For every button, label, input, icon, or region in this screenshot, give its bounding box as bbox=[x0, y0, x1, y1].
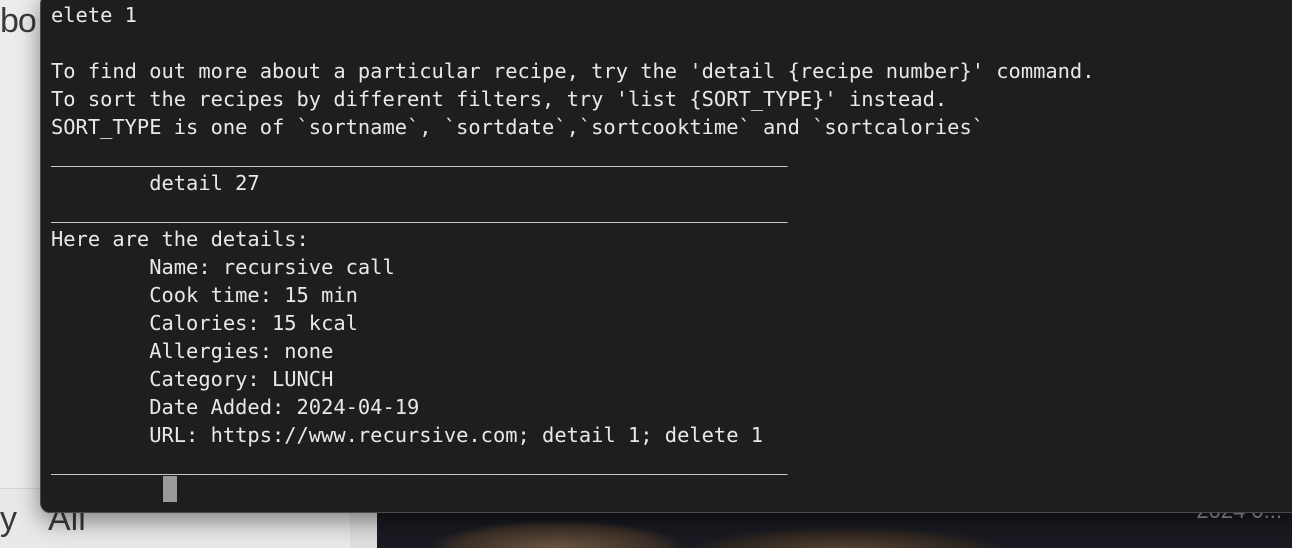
terminal-separator: ________________________________________… bbox=[51, 451, 788, 475]
terminal-output: elete 1 To find out more about a particu… bbox=[51, 1, 1094, 477]
terminal-separator: ________________________________________… bbox=[51, 143, 788, 167]
recipe-detail-allergies: Allergies: none bbox=[51, 339, 334, 363]
terminal-cursor[interactable] bbox=[163, 476, 177, 502]
terminal-line: To sort the recipes by different filters… bbox=[51, 87, 948, 111]
recipe-detail-calories: Calories: 15 kcal bbox=[51, 311, 358, 335]
recipe-detail-cook-time: Cook time: 15 min bbox=[51, 283, 358, 307]
terminal-window[interactable]: elete 1 To find out more about a particu… bbox=[40, 0, 1292, 513]
terminal-line: SORT_TYPE is one of `sortname`, `sortdat… bbox=[51, 115, 984, 139]
recipe-detail-name: Name: recursive call bbox=[51, 255, 395, 279]
recipe-detail-date-added: Date Added: 2024-04-19 bbox=[51, 395, 420, 419]
recipe-detail-category: Category: LUNCH bbox=[51, 367, 334, 391]
terminal-line: elete 1 bbox=[51, 3, 137, 27]
terminal-line: Here are the details: bbox=[51, 227, 309, 251]
background-text-fragment: y bbox=[0, 500, 17, 538]
terminal-separator: ________________________________________… bbox=[51, 199, 788, 223]
background-text-fragment: bo bbox=[0, 2, 37, 40]
recipe-detail-url: URL: https://www.recursive.com; detail 1… bbox=[51, 423, 764, 447]
terminal-command-echo: detail 27 bbox=[51, 171, 260, 195]
terminal-line: To find out more about a particular reci… bbox=[51, 59, 1095, 83]
